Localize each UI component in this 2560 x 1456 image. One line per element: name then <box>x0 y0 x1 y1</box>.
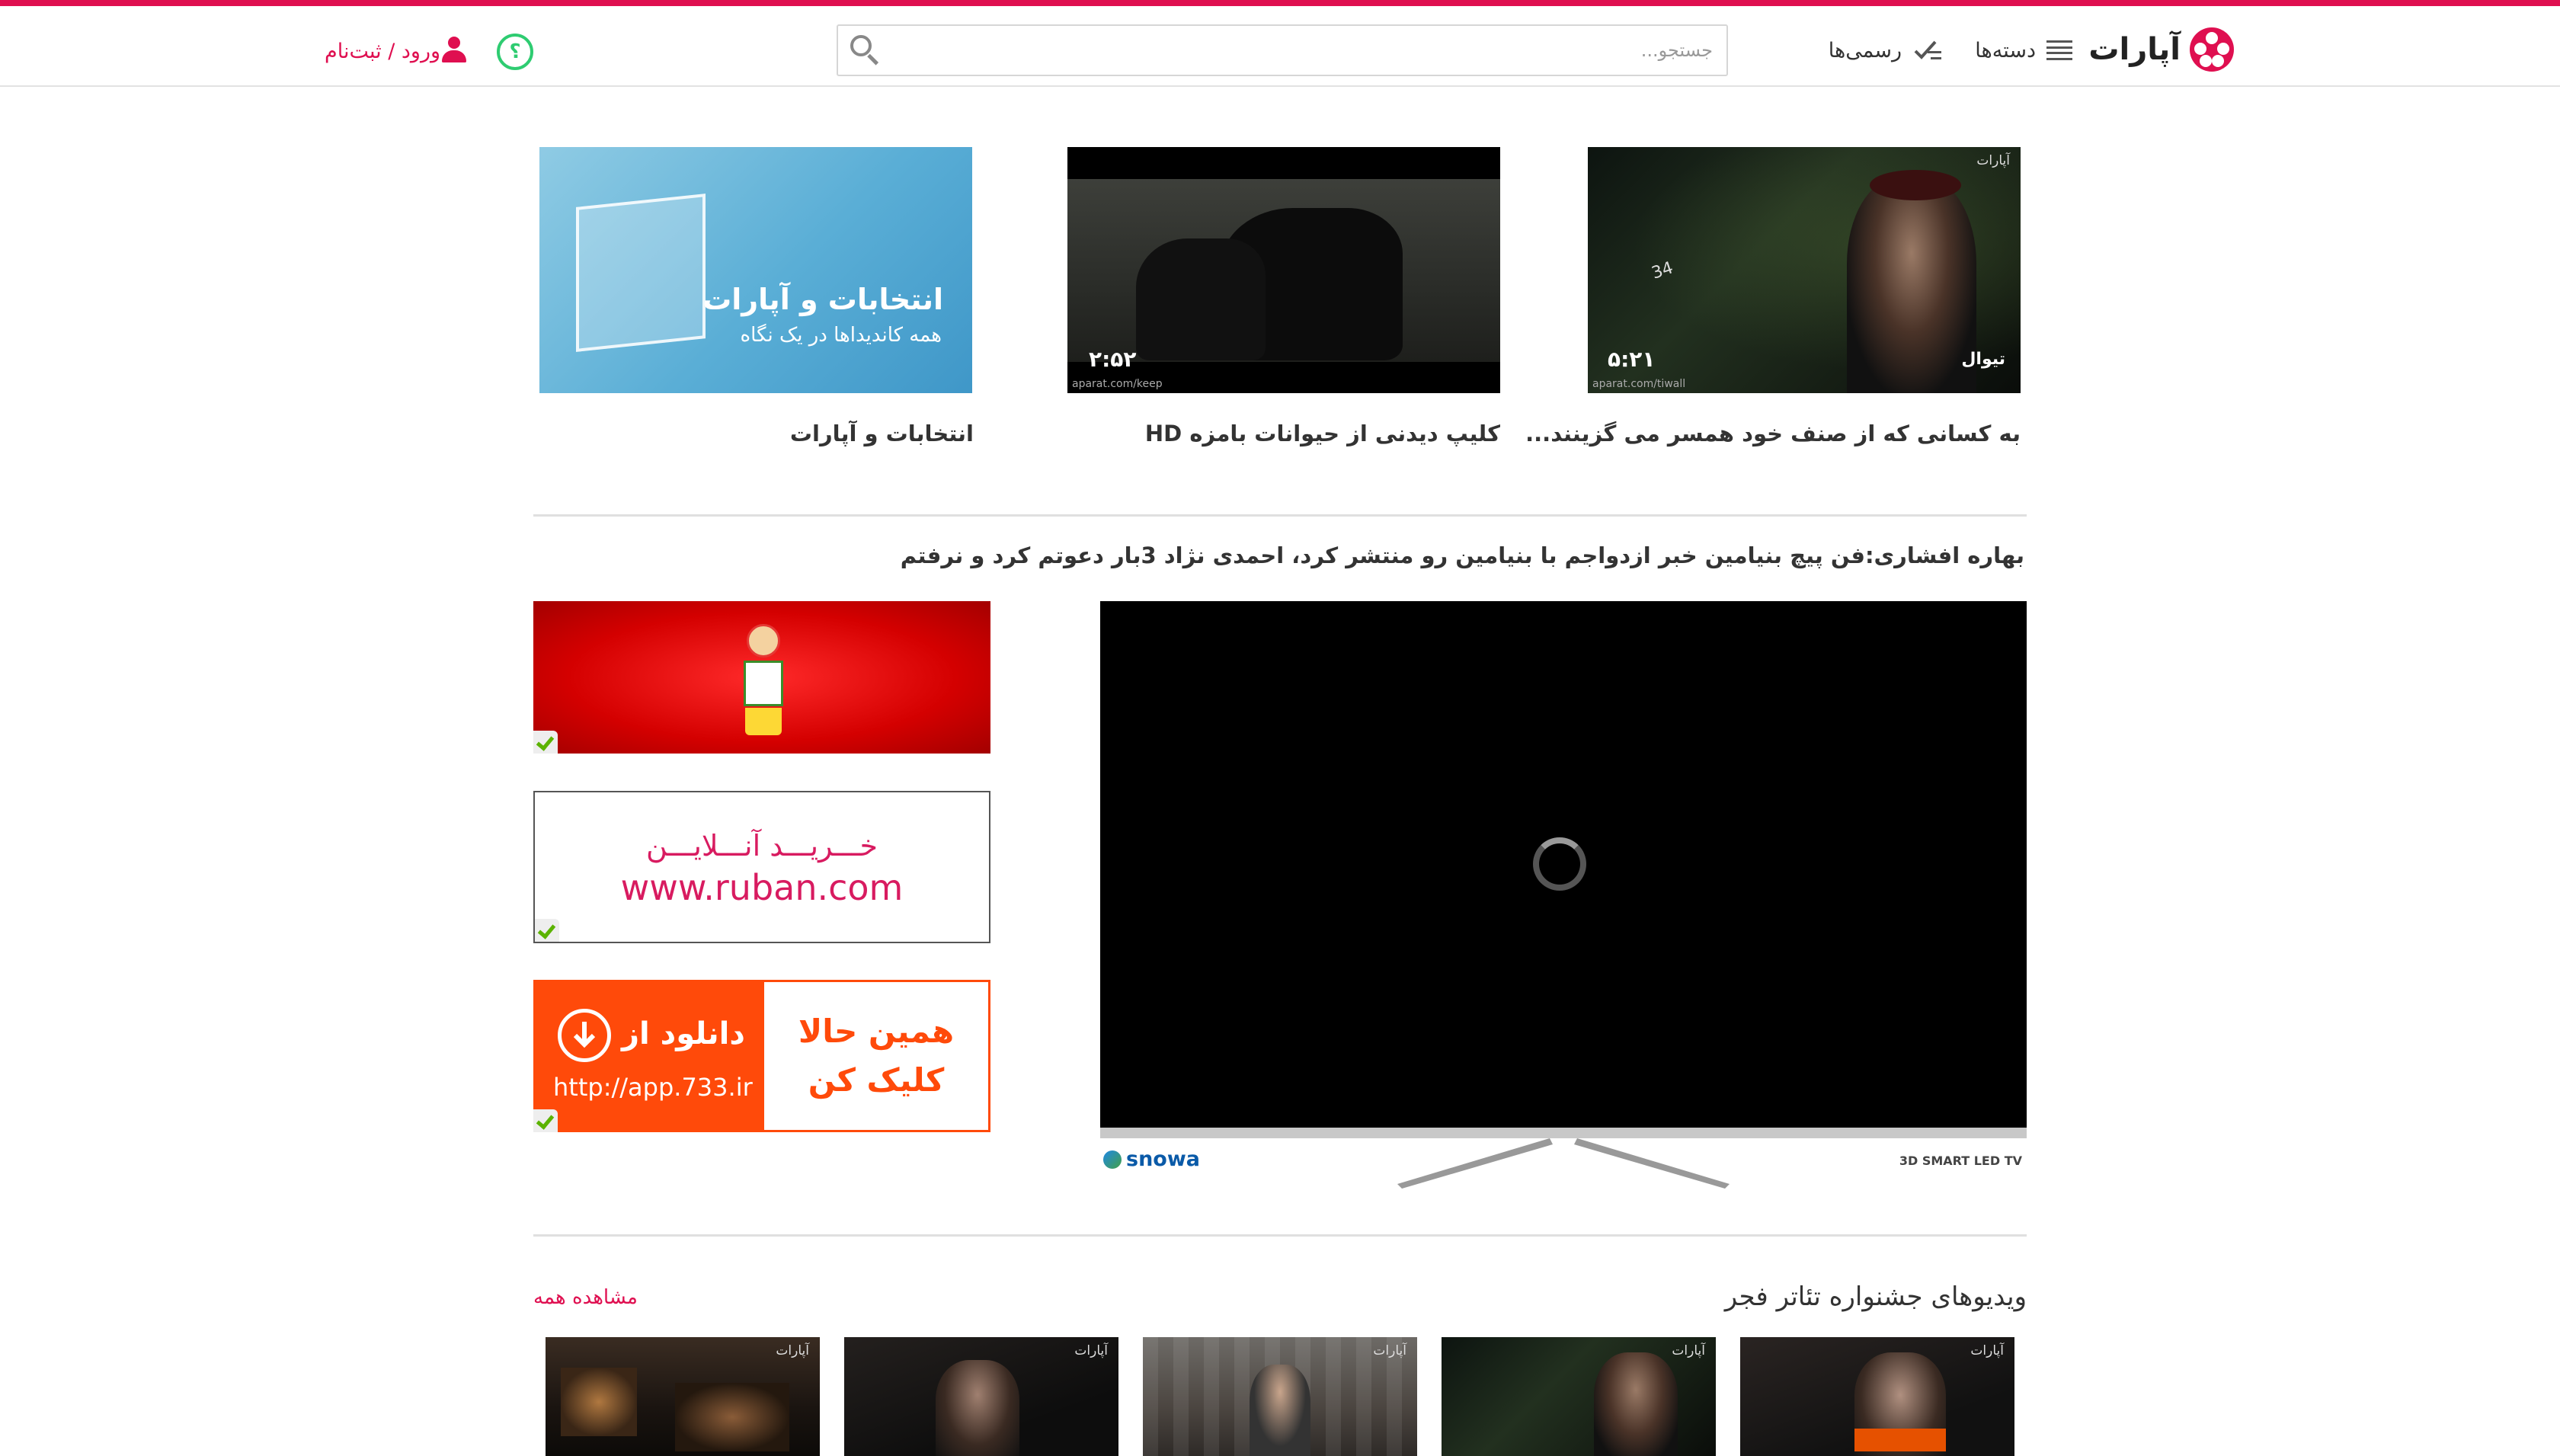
ad-badge-icon <box>535 919 559 942</box>
nav-official-label: رسمی‌ها <box>1828 38 1902 62</box>
thumb-watermark: آپارات <box>1074 1343 1108 1358</box>
thumb-channel-tag: تیوال <box>1961 350 2005 369</box>
menu-lines-icon <box>2046 40 2072 60</box>
ad-banner-2[interactable]: خـــریـــد آنـــلایـــن www.ruban.com <box>533 791 990 943</box>
tv-bezel <box>1100 1128 2027 1138</box>
ad-banner-3[interactable]: همین حالا کلیک کن دانلود از http://app.7… <box>533 980 990 1132</box>
featured-title-3[interactable]: انتخابات و آپارات <box>790 421 974 446</box>
help-icon[interactable]: ؟ <box>497 34 533 70</box>
featured-thumb-1[interactable]: آپارات 34 ۵:۲۱ تیوال aparat.com/tiwall <box>1588 147 2021 393</box>
loading-spinner-icon <box>1533 837 1586 891</box>
thumb-watermark: آپارات <box>1970 1343 2004 1358</box>
thumb-url-watermark: aparat.com/tiwall <box>1592 378 1686 390</box>
ad-download-url: http://app.733.ir <box>553 1073 753 1102</box>
logo-text: آپارات <box>2088 32 2181 67</box>
checklist-icon <box>1912 39 1943 62</box>
ad-right-panel: همین حالا کلیک کن <box>762 980 990 1132</box>
featured-thumb-2[interactable]: ۲:۵۲ aparat.com/keep <box>1067 147 1500 393</box>
search-icon[interactable] <box>849 34 882 67</box>
thumb-stage-light <box>561 1368 637 1436</box>
thumb-person <box>1594 1352 1678 1456</box>
thumb-watermark: آپارات <box>1672 1343 1705 1358</box>
banner-subtitle: همه کاندیداها در یک نگاه <box>740 324 942 347</box>
festival-video-card[interactable]: آپارات <box>1740 1337 2014 1456</box>
ad-cta-line-1: همین حالا <box>798 1013 955 1050</box>
video-duration: ۵:۲۱ <box>1608 347 1656 372</box>
festival-video-card[interactable]: آپارات <box>1442 1337 1716 1456</box>
ad-badge-icon <box>533 731 558 754</box>
video-player[interactable] <box>1100 601 2027 1138</box>
site-logo[interactable]: آپارات <box>2088 23 2234 76</box>
nav-official[interactable]: رسمی‌ها <box>1829 34 1943 67</box>
featured-banner-elections[interactable]: انتخابات و آپارات همه کاندیداها در یک نگ… <box>539 147 972 393</box>
thumb-person <box>936 1360 1019 1456</box>
site-header: آپارات دسته‌ها رسمی‌ها ؟ ورود / ثبت‌نام <box>0 6 2560 87</box>
festival-video-card[interactable]: آپارات <box>844 1337 1118 1456</box>
festival-video-card[interactable]: آپارات <box>1143 1337 1417 1456</box>
thumb-stage-set <box>675 1383 789 1451</box>
ad-line-1: خـــریـــد آنـــلایـــن <box>646 829 878 862</box>
section-divider <box>533 1234 2027 1237</box>
download-icon <box>558 1009 611 1062</box>
tv-ad-footer[interactable]: snowa 3D SMART LED TV <box>1100 1138 2027 1192</box>
ad-cta-line-2: کلیک کن <box>808 1061 945 1099</box>
featured-title-2[interactable]: کلیپ دیدنی از حیوانات بامزه HD <box>1145 421 1500 446</box>
tv-label: 3D SMART LED TV <box>1899 1154 2022 1168</box>
logo-reel-icon <box>2190 27 2234 72</box>
featured-title-1[interactable]: به کسانی که از صنف خود همسر می گزینند... <box>1525 421 2021 446</box>
ad-banner-1[interactable] <box>533 601 990 754</box>
brand-logo-text: snowa <box>1126 1147 1201 1171</box>
thumb-watermark: آپارات <box>776 1343 809 1358</box>
section-divider <box>533 514 2027 517</box>
thumb-horse-2 <box>1136 238 1266 360</box>
mascot-legs-icon <box>745 708 782 735</box>
thumb-person <box>1250 1365 1310 1456</box>
see-all-link[interactable]: مشاهده همه <box>533 1286 638 1309</box>
nav-categories-label: دسته‌ها <box>1975 38 2036 62</box>
login-link[interactable]: ورود / ثبت‌نام <box>325 37 440 66</box>
search-input[interactable] <box>891 26 1714 75</box>
nav-categories[interactable]: دسته‌ها <box>1975 34 2072 67</box>
ad-badge-icon <box>533 1109 558 1132</box>
banner-title: انتخابات و آپارات <box>702 283 943 316</box>
ballot-box-icon <box>576 194 706 352</box>
ad-url: www.ruban.com <box>620 867 904 908</box>
mascot-body-icon <box>744 661 783 706</box>
thumb-scarf <box>1854 1429 1946 1451</box>
video-duration: ۲:۵۲ <box>1089 347 1137 372</box>
main-video-title[interactable]: بهاره افشاری:فن پیچ بنیامین خبر ازدواجم … <box>901 542 2024 568</box>
thumb-watermark: آپارات <box>1373 1343 1406 1358</box>
section-heading: ویدیوهای جشنواره تئاتر فجر <box>1724 1282 2027 1312</box>
thumb-watermark: آپارات <box>1976 153 2010 168</box>
tv-stand-icon <box>1397 1138 1730 1189</box>
top-accent-bar <box>0 0 2560 6</box>
thumb-person <box>1847 178 1976 393</box>
user-icon[interactable] <box>440 37 468 66</box>
mascot-head-icon <box>747 624 780 658</box>
snowa-logo-icon <box>1103 1150 1122 1169</box>
thumb-hat <box>1870 170 1961 200</box>
search-bar <box>837 24 1728 76</box>
thumb-url-watermark: aparat.com/keep <box>1072 378 1163 390</box>
festival-video-card[interactable]: آپارات <box>546 1337 820 1456</box>
ad-download-label: دانلود از <box>622 1016 745 1051</box>
